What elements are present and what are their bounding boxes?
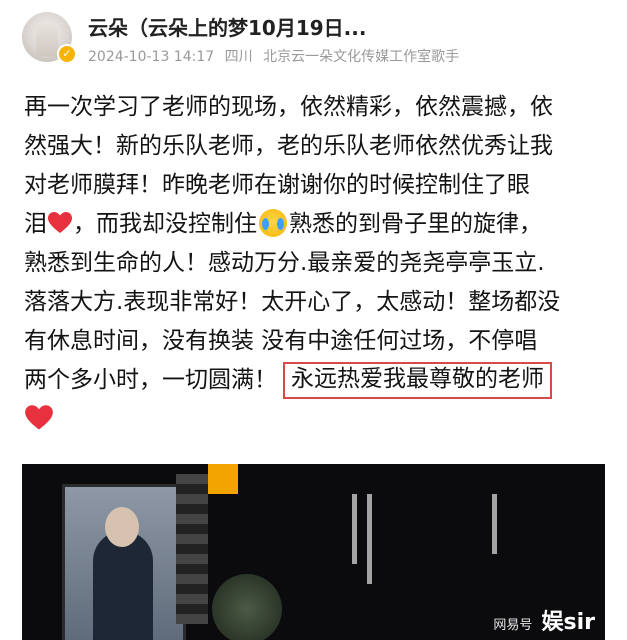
post-meta: 2024-10-13 14:17 四川 北京云一朵文化传媒工作室歌手 <box>88 46 465 66</box>
post-line: 熟悉到生命的人！感动万分.最亲爱的尧尧亭亭玉立. <box>24 250 545 276</box>
light-streak <box>492 494 497 554</box>
light-streak <box>352 494 357 564</box>
post-line-heart <box>24 400 614 442</box>
post-line-highlight: 两个多小时，一切圆满！ 永远热爱我最尊敬的老师 <box>24 361 614 400</box>
username[interactable]: 云朵（云朵上的梦10月19日... <box>88 12 366 41</box>
location: 四川 <box>224 49 253 65</box>
watermark: 网易号 娱sir <box>493 604 595 636</box>
stage-screen <box>62 484 186 640</box>
post-text-fragment: 泪 <box>24 211 47 237</box>
post-text: 再一次学习了老师的现场，依然精彩，依然震撼，依 然强大！新的乐队老师，老的乐队老… <box>24 88 614 442</box>
timestamp: 2024-10-13 14:17 <box>88 49 215 65</box>
post-header: ✓ 云朵（云朵上的梦10月19日... 2024-10-13 14:17 四川 … <box>0 0 627 80</box>
stage-rack <box>176 474 208 624</box>
post-text-fragment: 两个多小时，一切圆满！ <box>24 367 277 393</box>
stage-light <box>208 464 238 494</box>
highlighted-phrase: 永远热爱我最尊敬的老师 <box>283 362 552 399</box>
red-heart-emoji <box>24 404 54 432</box>
post-text-fragment: ，而我却没控制住 <box>73 211 257 237</box>
post-line: 有休息时间，没有换装 没有中途任何过场，不停唱 <box>24 328 538 354</box>
watermark-source: 网易号 <box>493 618 533 633</box>
post-line-emoji: 泪 ，而我却没控制住 熟悉的到骨子里的旋律， <box>24 205 614 244</box>
foreground-tree <box>212 574 282 640</box>
post-line: 然强大！新的乐队老师，老的乐队老师依然优秀让我 <box>24 133 553 159</box>
user-title: 北京云一朵文化传媒工作室歌手 <box>263 49 460 65</box>
watermark-brand: 娱sir <box>541 610 596 635</box>
crying-face-emoji <box>259 209 287 237</box>
post-text-fragment: 熟悉的到骨子里的旋律， <box>289 211 542 237</box>
post-line: 落落大方.表现非常好！太开心了，太感动！整场都没 <box>24 289 561 315</box>
post-line: 再一次学习了老师的现场，依然精彩，依然震撼，依 <box>24 94 553 120</box>
avatar-figure <box>36 22 58 56</box>
red-heart-emoji <box>47 209 73 233</box>
concert-video[interactable]: 网易号 娱sir <box>22 464 605 640</box>
verified-badge-icon: ✓ <box>57 44 77 64</box>
light-streak <box>367 494 372 584</box>
screen-performer <box>93 531 153 640</box>
screen-performer-head <box>105 507 139 547</box>
post-line: 对老师膜拜！昨晚老师在谢谢你的时候控制住了眼 <box>24 172 530 198</box>
